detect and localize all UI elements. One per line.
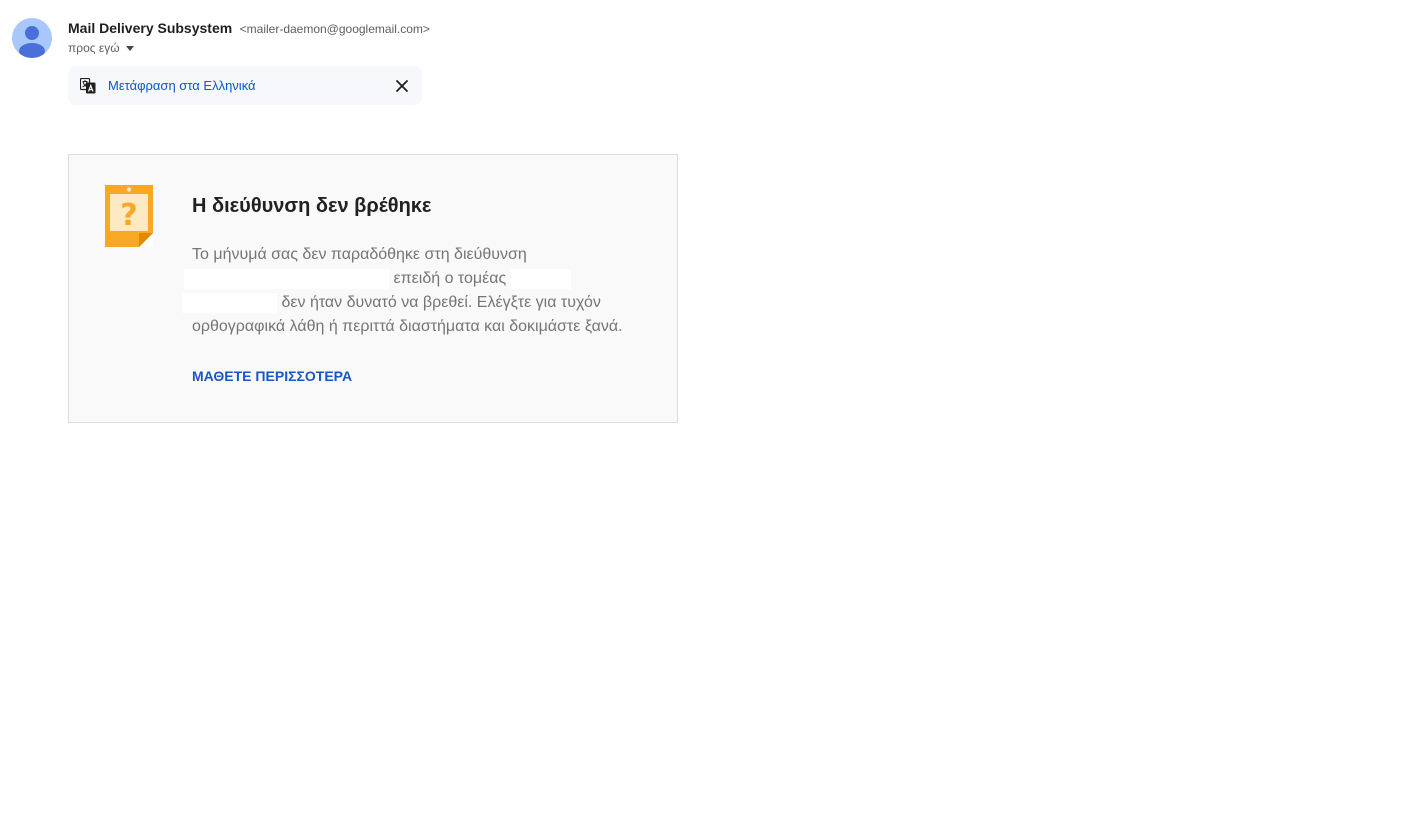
person-avatar-icon [19,26,45,58]
bounce-notice-card: ? Η διεύθυνση δεν βρέθηκε Το μήνυμά σας … [68,154,678,423]
close-icon[interactable] [392,76,412,96]
message-text-1: Το μήνυμά σας δεν παραδόθηκε στη διεύθυν… [192,246,527,263]
recipient-label: προς εγώ [68,41,120,55]
recipient-details-toggle[interactable]: προς εγώ [68,40,134,56]
sender-email: <mailer-daemon@googlemail.com> [239,22,430,36]
bounce-message: Το μήνυμά σας δεν παραδόθηκε στη διεύθυν… [182,243,662,339]
translate-link[interactable]: Μετάφραση στα Ελληνικά [108,78,256,94]
question-note-icon: ? [105,185,153,247]
message-text-2: επειδή ο τομέας [393,270,507,287]
email-view: Mail Delivery Subsystem <mailer-daemon@g… [0,0,1413,817]
svg-text:?: ? [120,198,137,233]
learn-more-link[interactable]: ΜΑΘΕΤΕ ΠΕΡΙΣΣΟΤΕΡΑ [192,367,352,385]
sender-avatar[interactable] [12,18,52,58]
translate-banner: Μετάφραση στα Ελληνικά [68,66,422,105]
bounce-title: Η διεύθυνση δεν βρέθηκε [192,195,432,217]
translate-icon [80,78,96,94]
redacted-recipient [184,268,389,289]
redacted-domain [182,292,277,313]
sender-line: Mail Delivery Subsystem <mailer-daemon@g… [68,19,430,38]
redacted-domain-link[interactable] [510,268,571,289]
sender-name[interactable]: Mail Delivery Subsystem [68,20,232,36]
caret-down-icon [125,45,134,51]
